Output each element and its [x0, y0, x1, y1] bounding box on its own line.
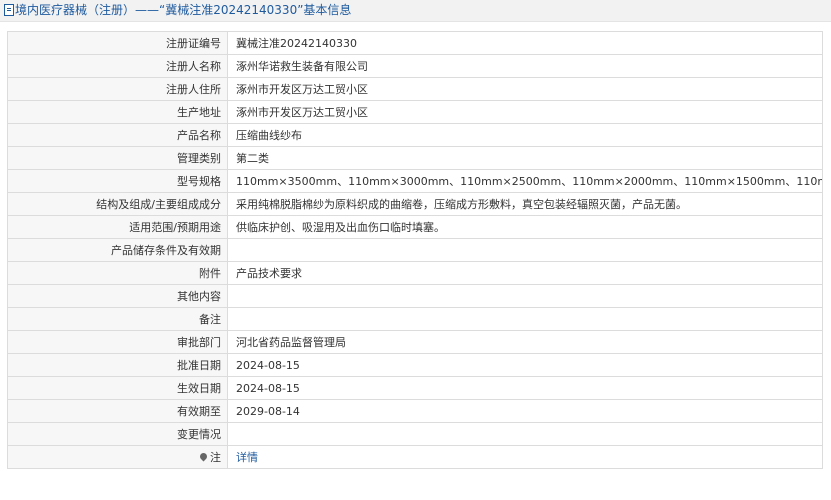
- row-label: 其他内容: [7, 284, 228, 308]
- row-value: [227, 284, 823, 308]
- note-label-cell: 注: [7, 445, 228, 469]
- row-label: 产品储存条件及有效期: [7, 238, 228, 262]
- row-value: 压缩曲线纱布: [227, 123, 823, 147]
- page-title-bar: 境内医疗器械（注册）——“冀械注准20242140330”基本信息: [0, 0, 831, 22]
- row-label: 管理类别: [7, 146, 228, 170]
- row-value: 冀械注准20242140330: [227, 31, 823, 55]
- row-value: [227, 238, 823, 262]
- table-row: 审批部门 河北省药品监督管理局: [7, 330, 823, 354]
- row-value: 110mm×3500mm、110mm×3000mm、110mm×2500mm、1…: [227, 169, 823, 193]
- note-label: 注: [210, 451, 221, 464]
- row-label: 注册人住所: [7, 77, 228, 101]
- row-value: 2029-08-14: [227, 399, 823, 423]
- row-label: 附件: [7, 261, 228, 285]
- pin-icon: [198, 451, 209, 462]
- row-value: 涿州华诺救生装备有限公司: [227, 54, 823, 78]
- table-row: 附件 产品技术要求: [7, 261, 823, 285]
- note-value-cell: 详情: [227, 445, 823, 469]
- row-label: 注册证编号: [7, 31, 228, 55]
- table-row: 变更情况: [7, 422, 823, 446]
- row-label: 注册人名称: [7, 54, 228, 78]
- table-row: 注册人住所 涿州市开发区万达工贸小区: [7, 77, 823, 101]
- table-row: 适用范围/预期用途 供临床护创、吸湿用及出血伤口临时填塞。: [7, 215, 823, 239]
- document-icon: [4, 4, 14, 16]
- row-value: 涿州市开发区万达工贸小区: [227, 100, 823, 124]
- row-label: 结构及组成/主要组成成分: [7, 192, 228, 216]
- page-title: 境内医疗器械（注册）——“冀械注准20242140330”基本信息: [15, 3, 352, 17]
- row-value: [227, 307, 823, 331]
- row-label: 审批部门: [7, 330, 228, 354]
- row-value: 产品技术要求: [227, 261, 823, 285]
- row-label: 产品名称: [7, 123, 228, 147]
- row-label: 生效日期: [7, 376, 228, 400]
- table-row: 备注: [7, 307, 823, 331]
- details-link[interactable]: 详情: [236, 451, 258, 464]
- row-value: 2024-08-15: [227, 376, 823, 400]
- device-info-table: 注册证编号 冀械注准20242140330 注册人名称 涿州华诺救生装备有限公司 注…: [7, 31, 823, 469]
- row-label: 生产地址: [7, 100, 228, 124]
- row-label: 批准日期: [7, 353, 228, 377]
- row-value: [227, 422, 823, 446]
- table-row: 产品储存条件及有效期: [7, 238, 823, 262]
- table-row: 生效日期 2024-08-15: [7, 376, 823, 400]
- row-label: 适用范围/预期用途: [7, 215, 228, 239]
- row-label: 备注: [7, 307, 228, 331]
- table-row: 产品名称 压缩曲线纱布: [7, 123, 823, 147]
- table-row: 有效期至 2029-08-14: [7, 399, 823, 423]
- row-label: 型号规格: [7, 169, 228, 193]
- note-row: 注 详情: [7, 445, 823, 469]
- table-row: 生产地址 涿州市开发区万达工贸小区: [7, 100, 823, 124]
- table-row: 管理类别 第二类: [7, 146, 823, 170]
- row-value: 河北省药品监督管理局: [227, 330, 823, 354]
- table-row: 注册证编号 冀械注准20242140330: [7, 31, 823, 55]
- row-value: 采用纯棉脱脂棉纱为原料织成的曲缩卷，压缩成方形敷料，真空包装经辐照灭菌，产品无菌…: [227, 192, 823, 216]
- row-value: 涿州市开发区万达工贸小区: [227, 77, 823, 101]
- row-value: 第二类: [227, 146, 823, 170]
- row-value: 2024-08-15: [227, 353, 823, 377]
- table-row: 其他内容: [7, 284, 823, 308]
- table-row: 注册人名称 涿州华诺救生装备有限公司: [7, 54, 823, 78]
- row-value: 供临床护创、吸湿用及出血伤口临时填塞。: [227, 215, 823, 239]
- row-label: 变更情况: [7, 422, 228, 446]
- table-row: 型号规格 110mm×3500mm、110mm×3000mm、110mm×2500…: [7, 169, 823, 193]
- row-label: 有效期至: [7, 399, 228, 423]
- table-row: 结构及组成/主要组成成分 采用纯棉脱脂棉纱为原料织成的曲缩卷，压缩成方形敷料，真空…: [7, 192, 823, 216]
- table-row: 批准日期 2024-08-15: [7, 353, 823, 377]
